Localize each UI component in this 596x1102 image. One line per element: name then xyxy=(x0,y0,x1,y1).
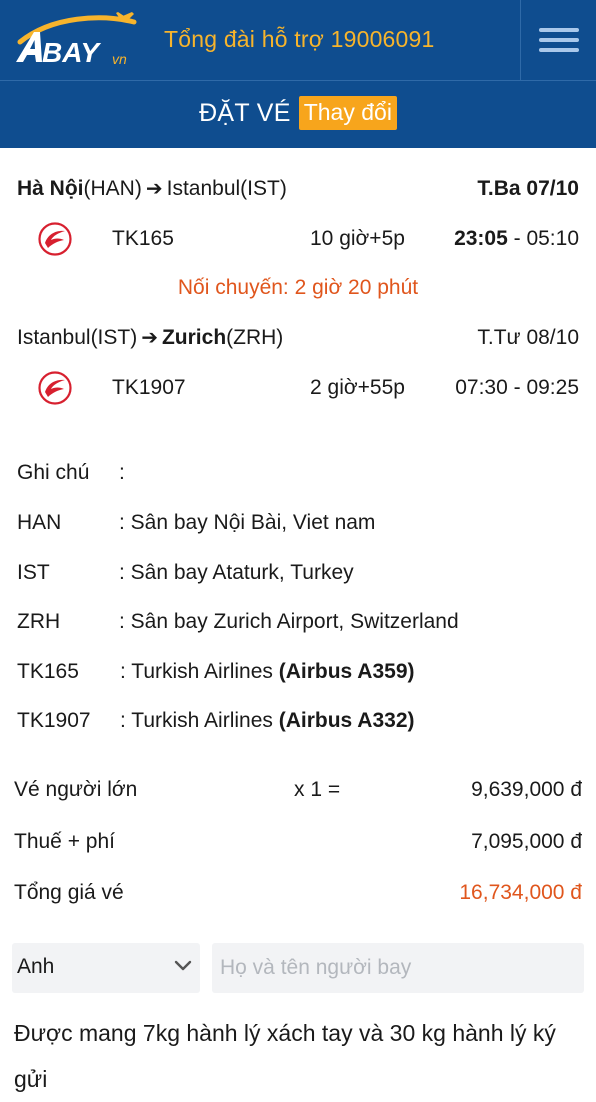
top-header: BAY vn Tổng đài hỗ trợ 19006091 xyxy=(0,0,596,80)
flight-note-row: TK165 : Turkish Airlines (Airbus A359) xyxy=(17,660,577,686)
airport-note-row: IST : Sân bay Ataturk, Turkey xyxy=(17,561,577,587)
turkish-airlines-logo-icon xyxy=(38,222,72,256)
arrive-time: - 05:10 xyxy=(507,227,579,250)
logo-suffix: vn xyxy=(112,51,127,67)
flight-time: 23:05 - 05:10 xyxy=(454,227,579,251)
arrow-right-icon: ➔ xyxy=(141,327,158,349)
price-row-tax: Thuế + phí 7,095,000 đ xyxy=(14,830,582,856)
from-city: Hà Nội xyxy=(17,177,84,200)
adult-fare-amount: 9,639,000 đ xyxy=(471,778,582,801)
airport-note-row: HAN : Sân bay Nội Bài, Viet nam xyxy=(17,511,577,537)
chevron-down-icon xyxy=(174,960,192,971)
flight-code: TK1907 xyxy=(112,376,186,399)
hamburger-menu-icon xyxy=(538,28,579,52)
segment-route-1: Hà Nội(HAN) ➔ Istanbul(IST) T.Ba 07/10 xyxy=(17,176,579,201)
flight-time: 07:30 - 09:25 xyxy=(455,376,579,400)
to-code: (IST) xyxy=(240,177,287,200)
airport-code: IST xyxy=(17,561,50,584)
adult-fare-label: Vé người lớn xyxy=(14,778,138,801)
depart-time: 07:30 xyxy=(455,376,508,399)
arrive-time: - 09:25 xyxy=(507,376,579,399)
segment-route-2: Istanbul(IST) ➔ Zurich(ZRH) T.Tư 08/10 xyxy=(17,325,579,350)
arrow-right-icon: ➔ xyxy=(145,178,163,200)
baggage-allowance-text: Được mang 7kg hành lý xách tay và 30 kg … xyxy=(14,1020,556,1092)
hotline-text[interactable]: Tổng đài hỗ trợ 19006091 xyxy=(164,26,435,53)
passenger-title-value: Anh xyxy=(17,955,55,978)
flight-duration: 2 giờ+55p xyxy=(310,376,405,399)
flight-code: TK1907 xyxy=(17,709,91,732)
notes-title-sep: : xyxy=(119,461,125,484)
flight-line-1: TK165 10 giờ+5p 23:05 - 05:10 xyxy=(0,219,579,259)
from-code: (HAN) xyxy=(83,177,142,200)
tax-fee-label: Thuế + phí xyxy=(14,830,115,853)
aircraft-type: (Airbus A359) xyxy=(278,660,415,683)
flight-desc: : Turkish Airlines (Airbus A359) xyxy=(120,660,415,684)
flight-line-2: TK1907 2 giờ+55p 07:30 - 09:25 xyxy=(0,368,579,408)
from-code: (IST) xyxy=(90,326,138,349)
logo-text: BAY xyxy=(42,37,101,68)
notes-title: Ghi chú xyxy=(17,461,90,484)
passenger-title-select[interactable]: Anh xyxy=(12,943,200,993)
airport-code: ZRH xyxy=(17,610,61,633)
to-city: Zurich xyxy=(161,326,227,349)
abay-logo[interactable]: BAY vn xyxy=(12,8,142,72)
flight-duration: 10 giờ+5p xyxy=(310,227,405,250)
change-button[interactable]: Thay đổi xyxy=(298,96,397,130)
flight-code: TK165 xyxy=(112,227,174,250)
total-fare-amount: 16,734,000 đ xyxy=(459,881,582,904)
menu-button[interactable] xyxy=(521,0,596,80)
airport-note-row: ZRH : Sân bay Zurich Airport, Switzerlan… xyxy=(17,610,577,636)
from-city: Istanbul xyxy=(17,326,91,349)
notes-title-row: Ghi chú : xyxy=(17,461,317,487)
flight-code: TK165 xyxy=(17,660,79,683)
airport-desc: : Sân bay Zurich Airport, Switzerland xyxy=(119,610,459,633)
flight-desc: : Turkish Airlines (Airbus A332) xyxy=(120,709,415,733)
passenger-name-input[interactable] xyxy=(212,943,584,993)
depart-time: 23:05 xyxy=(454,227,508,250)
airline-name: : Turkish Airlines xyxy=(120,660,279,683)
segment-date: T.Ba 07/10 xyxy=(477,176,579,200)
price-row-total: Tổng giá vé 16,734,000 đ xyxy=(14,881,582,907)
adult-multiplier: x 1 = xyxy=(294,778,341,801)
page-title: ĐẶT VÉ xyxy=(199,98,291,127)
total-fare-label: Tổng giá vé xyxy=(14,881,124,904)
price-row-adult: Vé người lớn x 1 = 9,639,000 đ xyxy=(14,778,582,804)
booking-subheader: ĐẶT VÉ Thay đổi xyxy=(0,80,596,148)
flight-note-row: TK1907 : Turkish Airlines (Airbus A332) xyxy=(17,709,577,735)
airport-desc: : Sân bay Ataturk, Turkey xyxy=(119,561,354,584)
segment-date: T.Tư 08/10 xyxy=(477,325,579,349)
airport-desc: : Sân bay Nội Bài, Viet nam xyxy=(119,511,376,534)
airline-name: : Turkish Airlines xyxy=(120,709,279,732)
tax-fee-amount: 7,095,000 đ xyxy=(471,830,582,853)
transfer-info: Nối chuyến: 2 giờ 20 phút xyxy=(177,276,419,299)
to-code: (ZRH) xyxy=(226,326,284,349)
to-city: Istanbul xyxy=(166,177,241,200)
turkish-airlines-logo-icon xyxy=(38,371,72,405)
aircraft-type: (Airbus A332) xyxy=(278,709,415,732)
airport-code: HAN xyxy=(17,511,62,534)
